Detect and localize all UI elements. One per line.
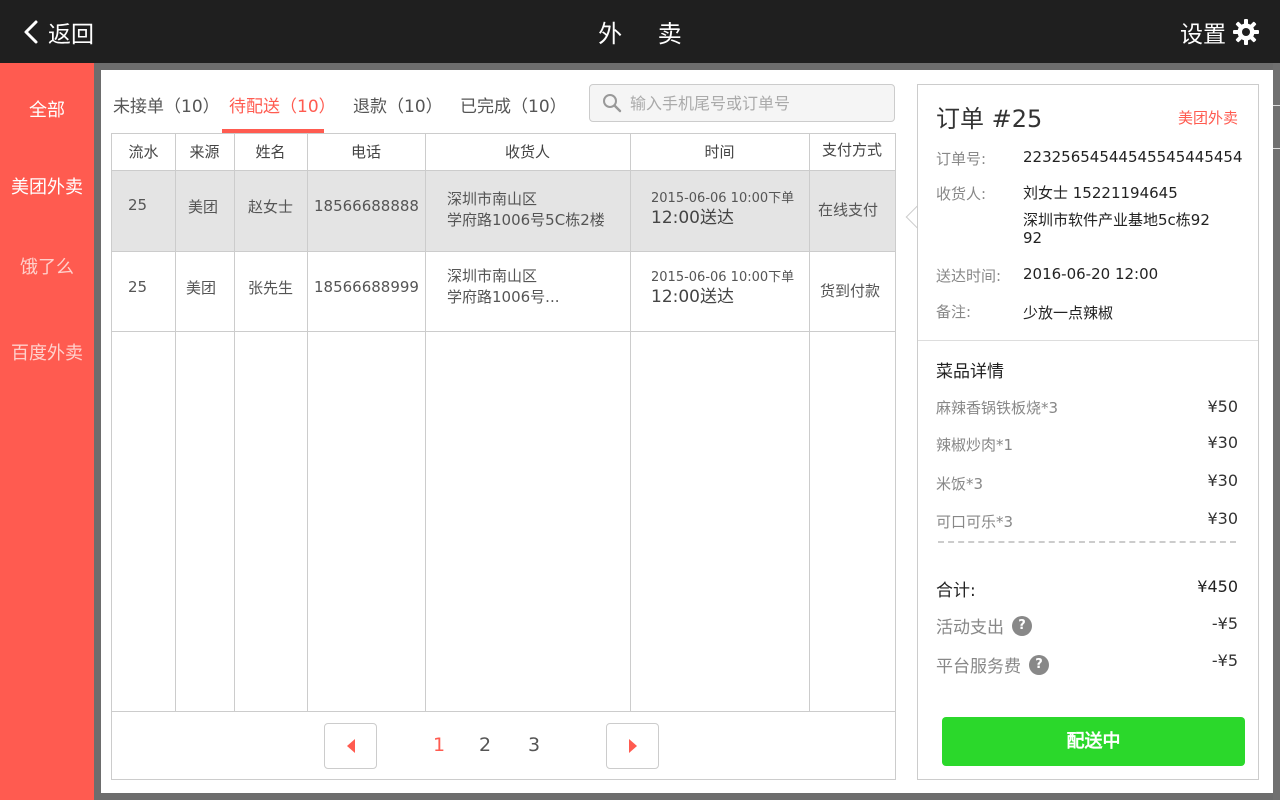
order-number-label: 订单号: [936, 150, 987, 168]
help-icon[interactable]: ? [1029, 654, 1049, 675]
cell-phone: 18566688888 [314, 197, 419, 215]
dish-name: 可口可乐*3 [936, 513, 1014, 531]
column-header-phone: 电话 [350, 143, 381, 161]
service-fee-label: 平台服务费 ? [936, 652, 1049, 677]
dish-price: ¥30 [1207, 433, 1238, 452]
search-input[interactable] [630, 93, 880, 113]
cell-source: 美团 [188, 198, 219, 216]
search-icon [603, 94, 622, 113]
dish-name: 辣椒炒肉*1 [936, 436, 1014, 454]
caret-right-icon [628, 739, 637, 753]
order-detail-panel: 订单 #25 美团外卖 订单号: 22325654544545545445454… [917, 84, 1259, 780]
cell-phone: 18566688999 [314, 278, 419, 296]
delivery-time-label: 送达时间: [936, 267, 1002, 285]
order-number: 22325654544545545445454 [1023, 148, 1243, 166]
cell-serial: 25 [128, 196, 148, 214]
total-value: ¥450 [1197, 577, 1238, 596]
search-box[interactable] [589, 84, 895, 122]
order-source: 美团外卖 [1177, 109, 1238, 127]
sidebar-item-baidu[interactable]: 百度外卖 [0, 339, 94, 365]
prev-page-button[interactable] [324, 723, 377, 769]
dish-name: 米饭*3 [936, 475, 984, 493]
note: 少放一点辣椒 [1023, 304, 1114, 322]
help-icon[interactable]: ? [1012, 615, 1032, 636]
delivering-button[interactable]: 配送中 [942, 717, 1245, 766]
receiver: 刘女士 15221194645 [1023, 184, 1178, 202]
note-label: 备注: [936, 303, 972, 321]
right-edge [1273, 63, 1280, 800]
activity-expense-value: -¥5 [1211, 614, 1238, 633]
orders-table: 流水 来源 姓名 电话 收货人 时间 支付方式 25 美团 赵女士 185666… [111, 133, 896, 780]
tab-pending-delivery[interactable]: 待配送（10） [229, 92, 336, 117]
gear-icon [1233, 19, 1259, 45]
settings-button[interactable]: 设置 [1180, 14, 1260, 50]
dishes-title: 菜品详情 [936, 362, 1004, 382]
total-label: 合计: [936, 581, 976, 601]
column-header-receiver: 收货人 [504, 143, 550, 161]
dish-price: ¥50 [1207, 397, 1238, 416]
dish-price: ¥30 [1207, 471, 1238, 490]
dish-price: ¥30 [1207, 509, 1238, 528]
cell-address: 深圳市南山区 学府路1006号5C栋2楼 [447, 190, 605, 229]
dashed-divider [938, 541, 1236, 543]
page-number-2[interactable]: 2 [479, 734, 491, 756]
delivery-time: 2016-06-20 12:00 [1023, 265, 1159, 283]
tab-pending-accept[interactable]: 未接单（10） [113, 92, 220, 117]
divider [918, 340, 1258, 341]
order-title: 订单 #25 [936, 105, 1043, 133]
address-line2: 92 [1023, 229, 1043, 247]
caret-left-icon [346, 739, 355, 753]
page-title: 外 卖 [598, 20, 696, 48]
cell-serial: 25 [128, 278, 148, 296]
cell-payment: 在线支付 [818, 201, 879, 219]
page-number-1[interactable]: 1 [433, 734, 445, 756]
column-header-serial: 流水 [128, 143, 159, 161]
column-header-name: 姓名 [255, 143, 286, 161]
cell-address: 深圳市南山区 学府路1006号... [447, 267, 560, 306]
sidebar-item-meituan[interactable]: 美团外卖 [0, 173, 94, 199]
top-bar: 返回 外 卖 设置 [0, 0, 1280, 63]
receiver-label: 收货人: [936, 185, 987, 203]
tab-completed[interactable]: 已完成（10） [460, 92, 567, 117]
column-header-time: 时间 [704, 143, 735, 161]
page-number-3[interactable]: 3 [528, 734, 540, 756]
activity-expense-label: 活动支出 ? [936, 613, 1032, 638]
cell-name: 张先生 [248, 279, 294, 297]
tab-refund[interactable]: 退款（10） [353, 92, 443, 117]
address-line1: 深圳市软件产业基地5c栋92 [1023, 211, 1210, 229]
sidebar-item-eleme[interactable]: 饿了么 [0, 253, 94, 279]
cell-source: 美团 [186, 279, 217, 297]
cell-time: 2015-06-06 10:00下单 12:00送达 [651, 270, 795, 307]
service-fee-value: -¥5 [1211, 651, 1238, 670]
cell-time: 2015-06-06 10:00下单 12:00送达 [651, 191, 795, 228]
next-page-button[interactable] [606, 723, 659, 769]
cell-name: 赵女士 [248, 198, 294, 216]
column-header-source: 来源 [189, 143, 220, 161]
cell-payment: 货到付款 [820, 282, 881, 300]
sidebar: 全部 美团外卖 饿了么 百度外卖 [0, 63, 94, 800]
settings-label: 设置 [1180, 22, 1226, 48]
main-panel: 未接单（10） 待配送（10） 退款（10） 已完成（10） 流水 来源 姓名 … [101, 70, 1273, 793]
column-header-payment: 支付方式 [821, 141, 882, 159]
sidebar-item-all[interactable]: 全部 [0, 96, 94, 122]
dish-name: 麻辣香锅铁板烧*3 [936, 399, 1059, 417]
